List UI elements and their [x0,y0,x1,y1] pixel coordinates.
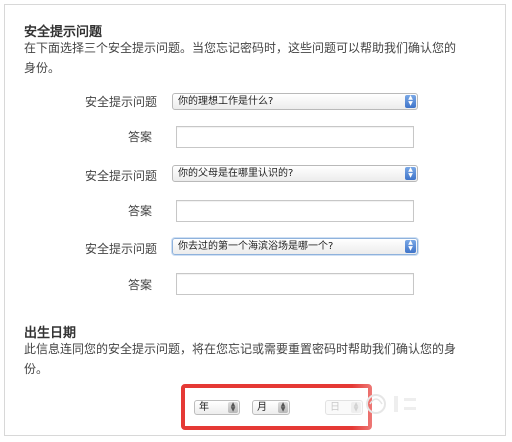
birth-day-select[interactable]: 日 ▲ ▼ [325,400,363,415]
select-stepper-icon: ▲ ▼ [278,402,288,413]
select-stepper-icon: ▲ ▼ [405,95,416,108]
question-1-label: 安全提示问题 [85,95,158,109]
answer-1-label: 答案 [128,130,153,144]
answer-3-input[interactable] [176,273,414,295]
question-3-label: 安全提示问题 [85,242,158,256]
question-1-select[interactable]: 你的理想工作是什么? ▲ ▼ [172,93,418,110]
birth-year-select[interactable]: 年 ▲ ▼ [194,400,240,415]
answer-2-input[interactable] [176,200,414,222]
birth-year-value: 年 [199,402,209,413]
answer-2-label: 答案 [128,204,153,218]
birth-date-section-description: 此信息连同您的安全提示问题，将在您忘记或需要重置密码时帮助我们确认您的身份。 [24,342,457,376]
question-2-selected-value: 你的父母是在哪里认识的? [178,168,294,179]
birth-month-select[interactable]: 月 ▲ ▼ [252,400,290,415]
birth-day-value: 日 [330,402,340,413]
question-3-select[interactable]: 你去过的第一个海滨浴场是哪一个? ▲ ▼ [172,238,418,255]
question-1-selected-value: 你的理想工作是什么? [178,96,274,107]
select-stepper-icon: ▲ ▼ [228,402,238,413]
select-stepper-icon: ▲ ▼ [405,240,416,253]
answer-1-input[interactable] [176,126,414,148]
question-2-label: 安全提示问题 [85,169,158,183]
select-stepper-icon: ▲ ▼ [405,167,416,180]
question-3-selected-value: 你去过的第一个海滨浴场是哪一个? [178,241,334,252]
question-2-select[interactable]: 你的父母是在哪里认识的? ▲ ▼ [172,165,418,182]
select-stepper-icon: ▲ ▼ [351,402,361,413]
answer-3-label: 答案 [128,278,153,292]
birth-month-value: 月 [257,402,267,413]
security-section-description: 在下面选择三个安全提示问题。当您忘记密码时，这些问题可以帮助我们确认您的身份。 [24,41,457,75]
birth-date-highlight-box: 年 ▲ ▼ 月 ▲ ▼ 日 ▲ ▼ [181,384,372,430]
